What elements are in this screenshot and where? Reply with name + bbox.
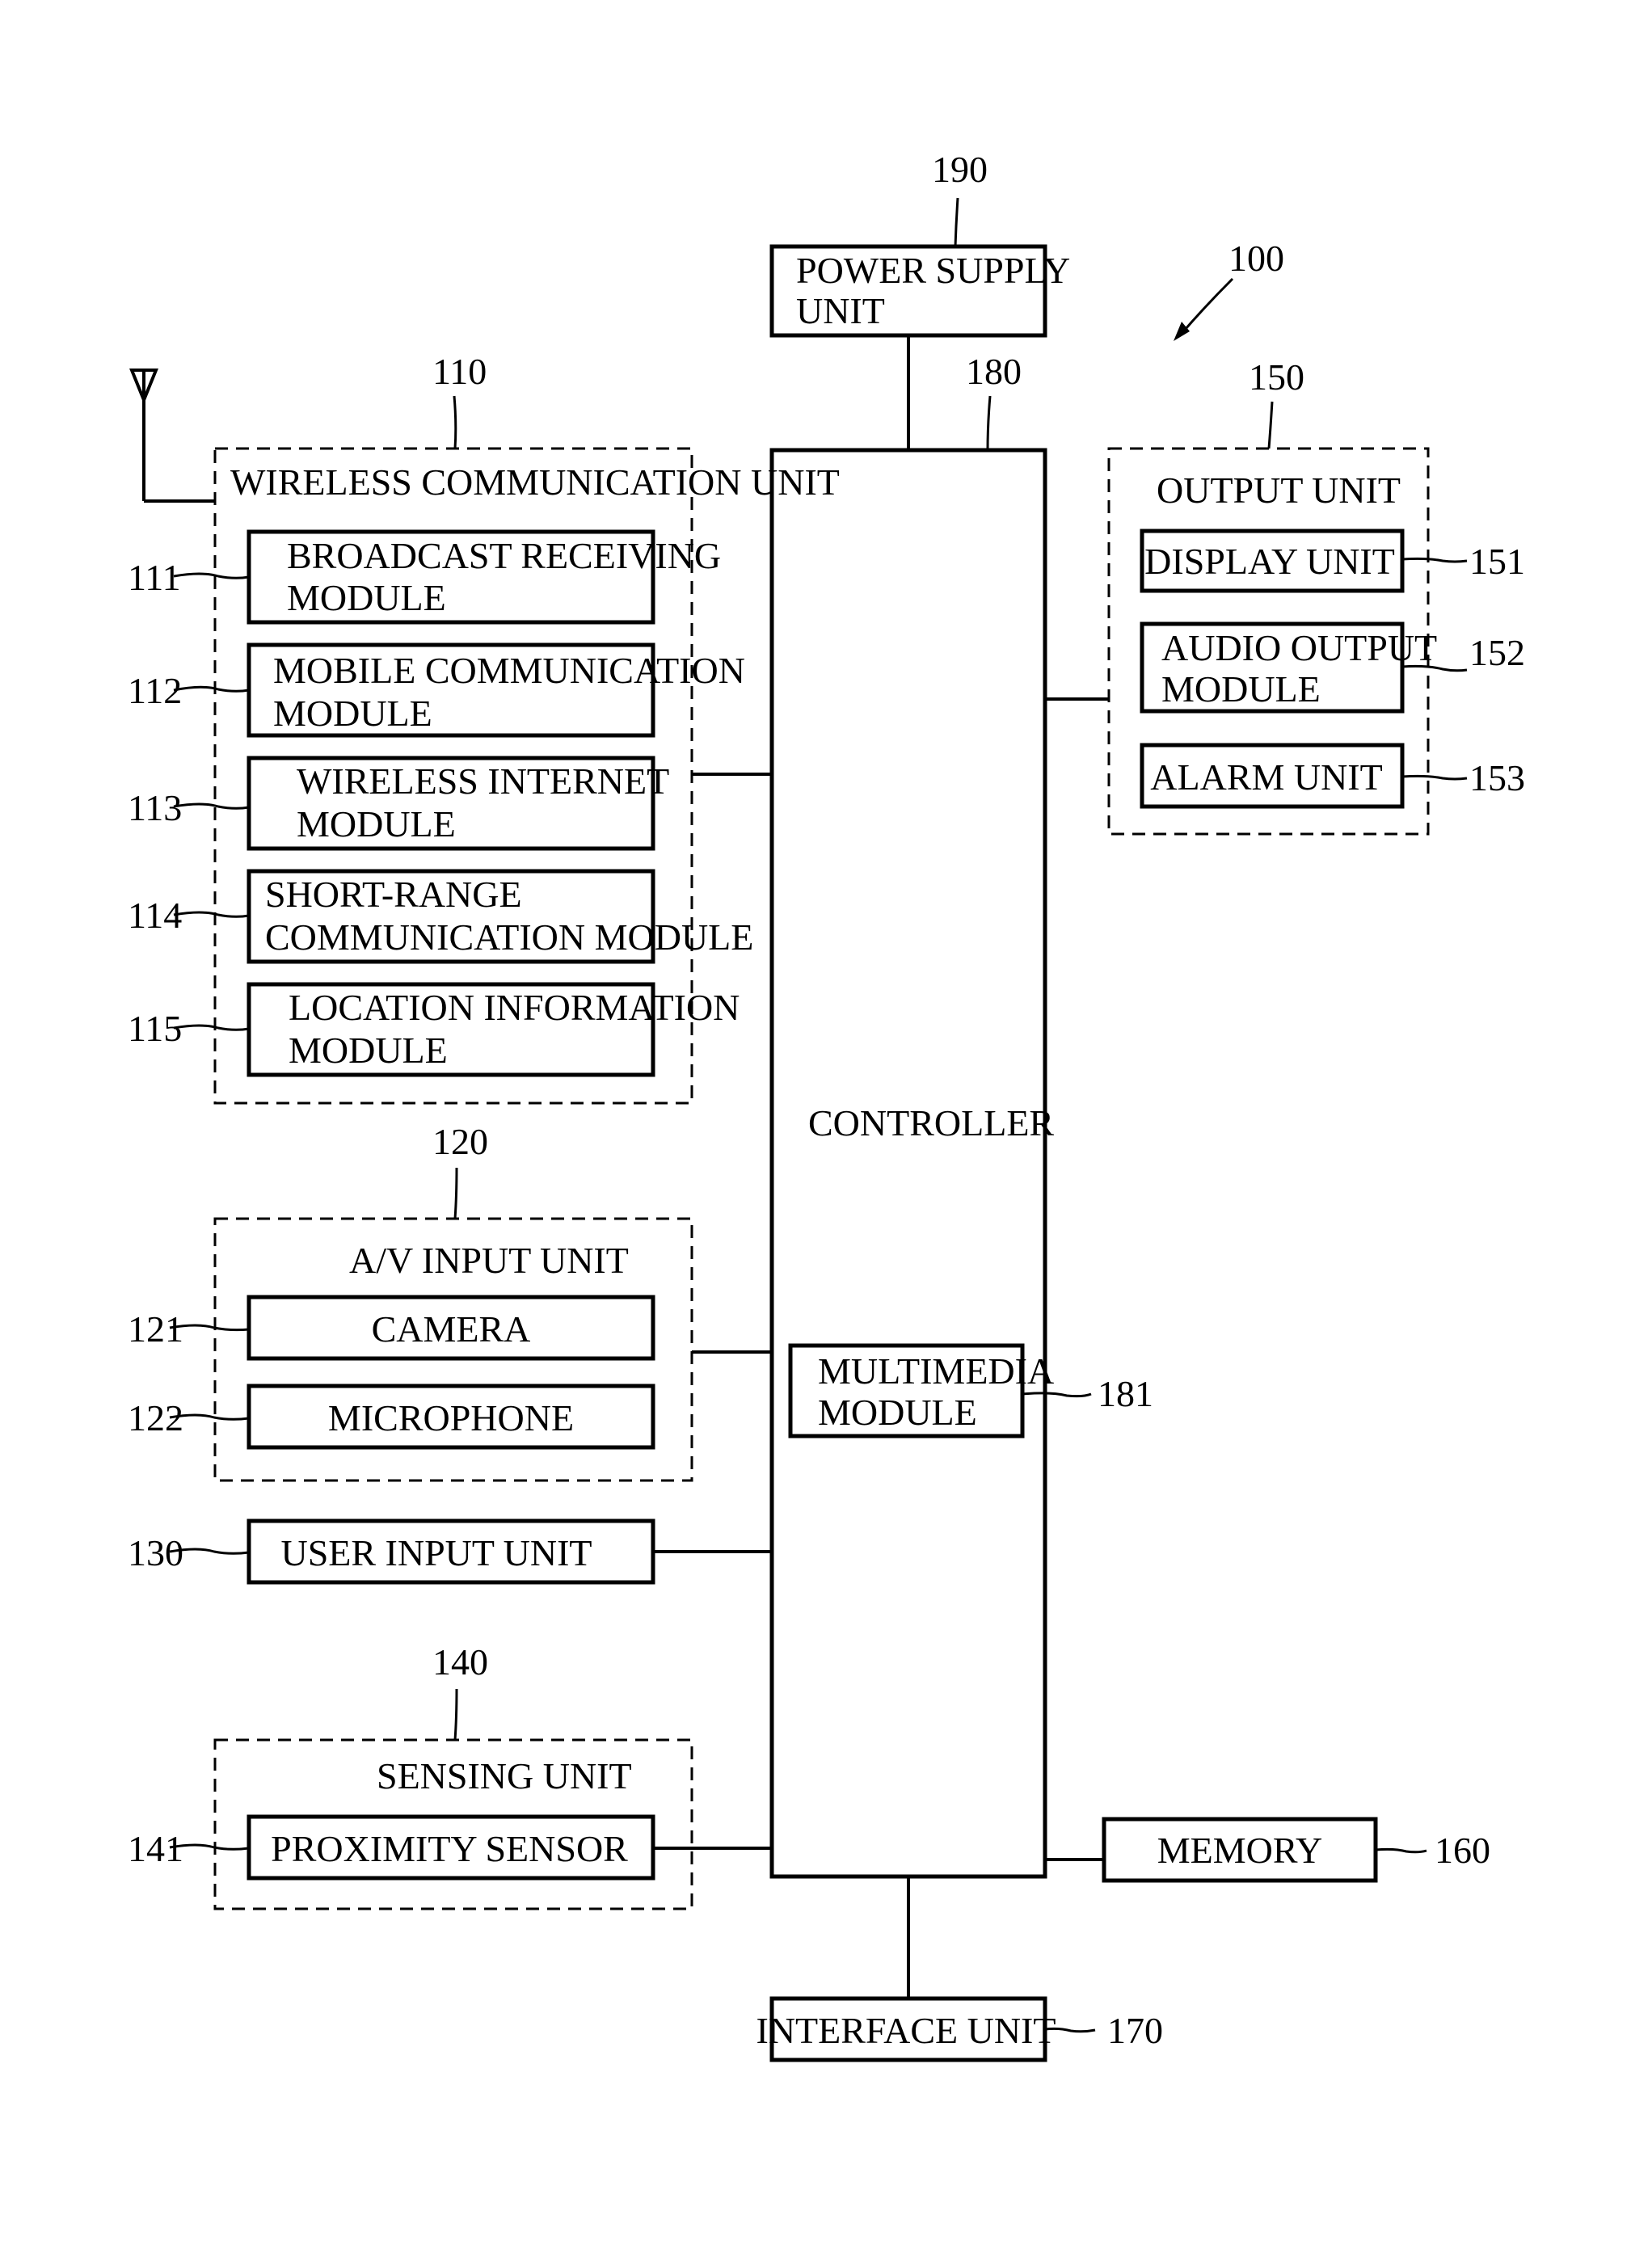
interface-unit: INTERFACE UNIT 170 [756, 1996, 1163, 2062]
module-label-line1: SHORT-RANGE [265, 874, 522, 915]
leader-line [453, 395, 457, 449]
leader-line [1401, 557, 1468, 563]
user-input-label: USER INPUT UNIT [280, 1532, 592, 1573]
module-ref: 152 [1469, 632, 1525, 673]
module-ref: 151 [1469, 541, 1525, 582]
module-label-line2: MODULE [297, 803, 456, 845]
figure-ref-arrow [1178, 277, 1234, 336]
module-ref: 115 [128, 1008, 182, 1049]
module-label: CAMERA [372, 1308, 531, 1350]
module-label-line1: ALARM UNIT [1150, 756, 1382, 798]
interface-label: INTERFACE UNIT [756, 2010, 1056, 2051]
module-label-line1: AUDIO OUTPUT [1161, 627, 1437, 668]
module-ref: 113 [128, 787, 182, 828]
memory-ref: 160 [1435, 1830, 1490, 1871]
module-camera: CAMERA 121 [128, 1295, 655, 1361]
leader-line [954, 197, 959, 247]
module-alarm-unit: ALARM UNIT 153 [1140, 743, 1525, 809]
wireless-title: WIRELESS COMMUNICATION UNIT [230, 461, 840, 503]
leader-line [453, 1167, 458, 1219]
leader-line [173, 1024, 250, 1031]
figure-ref-number: 100 [1228, 238, 1284, 279]
module-short-range-communication: SHORT-RANGE COMMUNICATION MODULE 114 [128, 869, 753, 964]
power-supply-label-line1: POWER SUPPLY [796, 250, 1070, 291]
module-label-line2: MODULE [1161, 668, 1321, 710]
module-label: PROXIMITY SENSOR [271, 1828, 628, 1869]
leader-line [1401, 774, 1468, 781]
leader-line [173, 911, 250, 918]
wireless-ref: 110 [432, 351, 487, 392]
module-ref: 141 [128, 1828, 183, 1869]
module-label: MICROPHONE [328, 1397, 574, 1438]
module-label-line2: MODULE [273, 693, 432, 734]
module-label-line2: MODULE [287, 577, 446, 618]
leader-line [1401, 664, 1468, 672]
module-location-information: LOCATION INFORMATION MODULE 115 [128, 982, 740, 1077]
av-input-unit: 120 A/V INPUT UNIT CAMERA 121 MICROPHONE… [128, 1121, 693, 1482]
module-display-unit: DISPLAY UNIT 151 [1140, 529, 1525, 593]
module-wireless-internet: WIRELESS INTERNET MODULE 113 [128, 756, 669, 851]
module-ref: 153 [1469, 757, 1525, 798]
module-label-line1: MOBILE COMMUNICATION [273, 650, 745, 691]
output-ref: 150 [1249, 356, 1304, 398]
module-label-line1: BROADCAST RECEIVING [287, 535, 721, 576]
wireless-communication-unit: 110 WIRELESS COMMUNICATION UNIT BROADCAS… [128, 351, 840, 1105]
memory-unit: MEMORY 160 [1102, 1817, 1490, 1883]
multimedia-ref: 181 [1098, 1373, 1153, 1414]
user-input-unit: USER INPUT UNIT 130 [128, 1518, 655, 1585]
module-mobile-communication: MOBILE COMMUNICATION MODULE 112 [128, 642, 745, 738]
sensing-ref: 140 [432, 1641, 488, 1683]
output-unit: 150 OUTPUT UNIT DISPLAY UNIT 151 AUDIO O… [1107, 356, 1525, 836]
av-input-ref: 120 [432, 1121, 488, 1162]
multimedia-label-line2: MODULE [818, 1392, 977, 1433]
module-ref: 122 [128, 1397, 183, 1438]
memory-label: MEMORY [1157, 1830, 1322, 1871]
controller-box [769, 448, 1047, 1879]
module-label-line2: MODULE [289, 1030, 448, 1071]
module-ref: 114 [128, 895, 182, 936]
power-supply-ref: 190 [932, 149, 988, 190]
leader-line [173, 685, 250, 693]
controller-label: CONTROLLER [808, 1102, 1054, 1144]
module-broadcast-receiving: BROADCAST RECEIVING MODULE 111 [128, 529, 721, 625]
av-input-title: A/V INPUT UNIT [349, 1240, 629, 1281]
sensing-unit: 140 SENSING UNIT PROXIMITY SENSOR 141 [128, 1641, 693, 1910]
interface-ref: 170 [1107, 2010, 1163, 2051]
module-microphone: MICROPHONE 122 [128, 1384, 655, 1450]
output-title: OUTPUT UNIT [1157, 470, 1401, 511]
module-ref: 121 [128, 1308, 183, 1350]
block-diagram: 100 190 POWER SUPPLY UNIT 180 CONTROLLER… [128, 149, 1525, 2062]
module-label-line1: DISPLAY UNIT [1144, 541, 1395, 582]
sensing-title: SENSING UNIT [377, 1755, 632, 1796]
arrowhead-icon [1174, 322, 1190, 341]
controller: 180 CONTROLLER MULTIMEDIA MODULE 181 [769, 351, 1153, 1879]
leader-line [453, 1688, 458, 1741]
module-proximity-sensor: PROXIMITY SENSOR 141 [128, 1814, 655, 1881]
power-supply-unit: 190 POWER SUPPLY UNIT [769, 149, 1070, 338]
module-label-line1: LOCATION INFORMATION [289, 987, 740, 1028]
leader-line [173, 572, 250, 579]
module-ref: 111 [128, 557, 181, 598]
power-supply-label-line2: UNIT [796, 290, 885, 331]
controller-ref: 180 [966, 351, 1022, 392]
multimedia-label-line1: MULTIMEDIA [818, 1350, 1054, 1392]
module-audio-output: AUDIO OUTPUT MODULE 152 [1140, 621, 1525, 714]
leader-line [173, 802, 250, 810]
leader-line [1375, 1847, 1427, 1854]
antenna [129, 369, 215, 503]
module-label-line1: WIRELESS INTERNET [297, 760, 669, 802]
user-input-ref: 130 [128, 1532, 183, 1573]
leader-line [986, 395, 992, 451]
module-ref: 112 [128, 670, 182, 711]
module-label-line2: COMMUNICATION MODULE [265, 916, 753, 958]
leader-line [1267, 401, 1274, 449]
